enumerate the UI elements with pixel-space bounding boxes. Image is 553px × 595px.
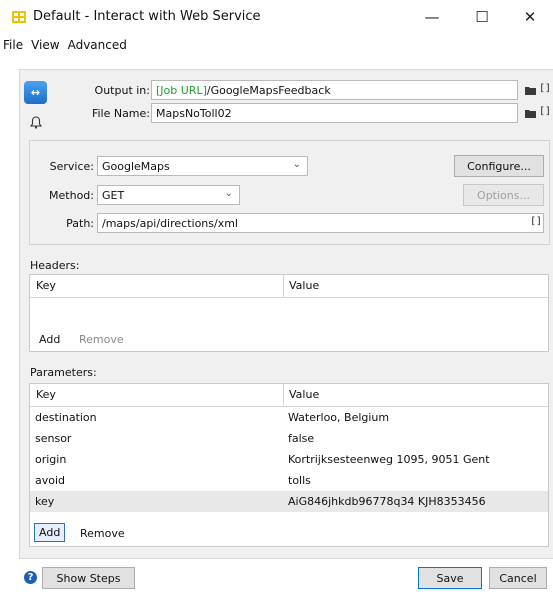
method-value: GET xyxy=(102,189,125,202)
param-key: destination xyxy=(35,411,97,424)
menu-bar: File View Advanced xyxy=(0,36,553,58)
folder-icon[interactable] xyxy=(525,109,536,118)
file-name-label: File Name: xyxy=(91,107,150,120)
param-value: Waterloo, Belgium xyxy=(288,411,390,424)
table-row[interactable]: avoid tolls xyxy=(30,470,548,491)
variable-bracket-icon[interactable]: [] xyxy=(530,216,542,227)
param-key: avoid xyxy=(35,474,66,487)
chevron-down-icon: ⌄ xyxy=(292,159,301,170)
maximize-button[interactable]: ☐ xyxy=(462,4,502,30)
save-button[interactable]: Save xyxy=(418,567,482,589)
headers-title: Headers: xyxy=(30,259,80,272)
headers-value-column[interactable]: Value xyxy=(289,279,319,292)
options-button[interactable]: Options... xyxy=(463,184,544,206)
param-value: AiG846jhkdb96778q34 KJH8353456 xyxy=(288,495,486,508)
output-in-label: Output in: xyxy=(94,84,150,97)
service-select[interactable]: GoogleMaps ⌄ xyxy=(97,156,308,176)
param-key: key xyxy=(35,495,55,508)
minimize-icon: — xyxy=(424,8,440,26)
parameters-key-column[interactable]: Key xyxy=(36,388,56,401)
parameters-table: Key Value destination Waterloo, Belgium … xyxy=(29,383,549,547)
chevron-down-icon: ⌄ xyxy=(224,188,233,199)
close-button[interactable]: ✕ xyxy=(510,4,550,30)
param-key: origin xyxy=(35,453,67,466)
variable-bracket-icon[interactable]: [] xyxy=(539,106,551,117)
close-icon: ✕ xyxy=(523,8,537,26)
param-value: false xyxy=(288,432,315,445)
headers-remove-button[interactable]: Remove xyxy=(79,333,124,346)
table-row[interactable]: origin Kortrijksesteenweg 1095, 9051 Gen… xyxy=(30,449,548,470)
headers-add-button[interactable]: Add xyxy=(39,333,60,346)
method-label: Method: xyxy=(49,189,94,202)
file-name-field[interactable]: MapsNoToll02 xyxy=(151,103,518,123)
service-label: Service: xyxy=(49,160,94,173)
table-row-selected[interactable]: key AiG846jhkdb96778q34 KJH8353456 xyxy=(30,491,548,512)
table-row[interactable]: sensor false xyxy=(30,428,548,449)
param-value: tolls xyxy=(288,474,311,487)
headers-table: Key Value Add Remove xyxy=(29,274,549,352)
bell-icon[interactable] xyxy=(30,116,42,129)
help-icon[interactable]: ? xyxy=(24,571,37,584)
parameters-remove-button[interactable]: Remove xyxy=(80,527,125,540)
headers-key-column[interactable]: Key xyxy=(36,279,56,292)
configure-button[interactable]: Configure... xyxy=(454,155,544,177)
param-value: Kortrijksesteenweg 1095, 9051 Gent xyxy=(288,453,490,466)
maximize-icon: ☐ xyxy=(475,8,489,26)
cancel-button[interactable]: Cancel xyxy=(489,567,547,589)
menu-view[interactable]: View xyxy=(27,36,63,58)
parameters-title: Parameters: xyxy=(30,366,97,379)
app-icon xyxy=(12,11,26,23)
menu-advanced[interactable]: Advanced xyxy=(64,36,131,58)
folder-icon[interactable] xyxy=(525,86,536,95)
path-value: /maps/api/directions/xml xyxy=(102,217,238,230)
headers-table-header: Key Value xyxy=(30,275,548,298)
output-in-variable: [Job URL] xyxy=(156,84,207,97)
window-title: Default - Interact with Web Service xyxy=(33,9,261,24)
parameters-value-column[interactable]: Value xyxy=(289,388,319,401)
service-value: GoogleMaps xyxy=(102,160,170,173)
param-key: sensor xyxy=(35,432,72,445)
path-field[interactable]: /maps/api/directions/xml xyxy=(97,213,544,233)
parameters-table-header: Key Value xyxy=(30,384,548,407)
method-select[interactable]: GET ⌄ xyxy=(97,185,240,205)
parameters-add-button[interactable]: Add xyxy=(34,523,66,542)
show-steps-button[interactable]: Show Steps xyxy=(42,567,135,589)
column-divider xyxy=(283,275,284,297)
web-service-icon: ↔ xyxy=(24,81,47,104)
column-divider xyxy=(283,384,284,406)
menu-file[interactable]: File xyxy=(0,36,27,58)
path-label: Path: xyxy=(66,217,94,230)
output-in-path: /GoogleMapsFeedback xyxy=(206,84,331,97)
table-row[interactable]: destination Waterloo, Belgium xyxy=(30,407,548,428)
title-bar: Default - Interact with Web Service — ☐ … xyxy=(0,0,553,34)
output-in-field[interactable]: [Job URL]/GoogleMapsFeedback xyxy=(151,80,518,100)
minimize-button[interactable]: — xyxy=(412,4,452,30)
variable-bracket-icon[interactable]: [] xyxy=(539,83,551,94)
